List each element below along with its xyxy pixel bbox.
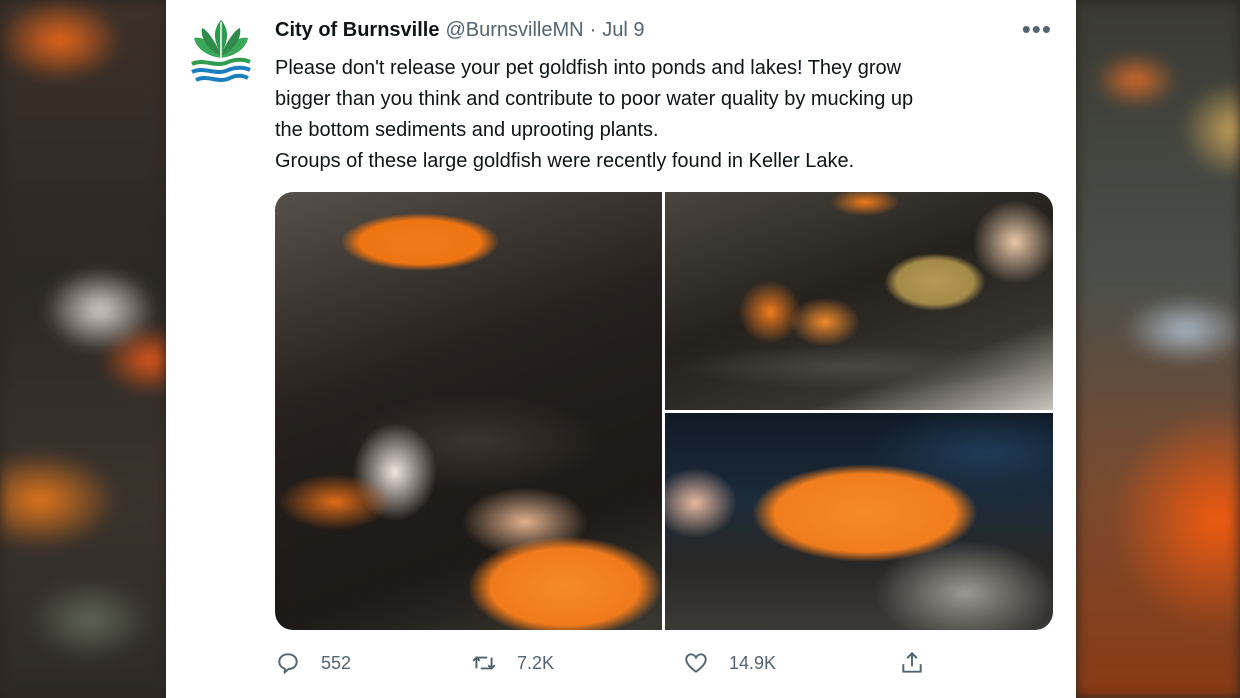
tweet-card: City of Burnsville @BurnsvilleMN · Jul 9… xyxy=(166,0,1076,698)
tweet-text: Please don't release your pet goldfish i… xyxy=(275,53,1045,177)
action-bar: 552 7.2K 14.9K xyxy=(275,650,935,684)
handle[interactable]: @BurnsvilleMN xyxy=(445,19,583,42)
retweet-icon xyxy=(472,656,496,670)
tweet-date[interactable]: Jul 9 xyxy=(602,19,644,42)
tweet-header: City of Burnsville @BurnsvilleMN · Jul 9 xyxy=(275,19,645,49)
reply-icon xyxy=(278,653,298,675)
share-button[interactable] xyxy=(899,650,925,676)
photo-goldfish-hand[interactable] xyxy=(275,192,662,630)
avatar[interactable] xyxy=(188,14,254,92)
photo-grid xyxy=(275,192,1053,630)
reply-button[interactable]: 552 xyxy=(275,650,351,676)
separator: · xyxy=(589,19,597,41)
like-count: 14.9K xyxy=(729,652,777,673)
reply-count: 552 xyxy=(321,652,352,673)
retweet-button[interactable]: 7.2K xyxy=(471,650,554,676)
more-options-button[interactable]: ••• xyxy=(1022,14,1052,45)
tweet-text-line: Please don't release your pet goldfish i… xyxy=(275,57,902,79)
heart-icon xyxy=(685,653,707,673)
tweet-text-line: the bottom sediments and uprooting plant… xyxy=(275,119,659,141)
photo-goldfish-tub[interactable] xyxy=(665,192,1053,410)
retweet-count: 7.2K xyxy=(517,652,555,673)
display-name[interactable]: City of Burnsville xyxy=(275,19,439,42)
like-button[interactable]: 14.9K xyxy=(683,650,776,676)
blurred-background-right xyxy=(1076,0,1240,698)
city-leaf-logo-icon xyxy=(191,20,251,82)
tweet-text-line: Groups of these large goldfish were rece… xyxy=(275,150,855,172)
photo-goldfish-boat[interactable] xyxy=(665,413,1053,630)
blurred-background-left xyxy=(0,0,166,698)
tweet-text-line: bigger than you think and contribute to … xyxy=(275,88,914,110)
share-icon xyxy=(902,651,922,673)
